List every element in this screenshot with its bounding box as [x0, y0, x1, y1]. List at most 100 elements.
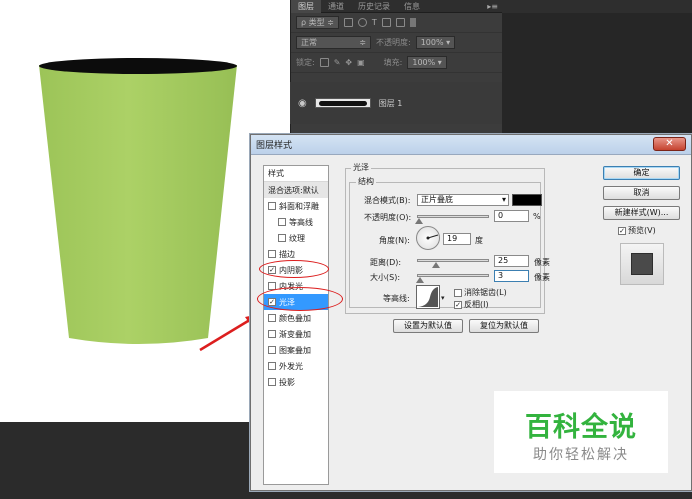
close-button[interactable]: ✕ [653, 137, 686, 151]
style-item-outer-glow[interactable]: 外发光 [264, 358, 328, 374]
tab-info[interactable]: 信息 [397, 0, 427, 13]
blend-mode-label: 混合模式(B): [364, 196, 411, 205]
style-item-contour[interactable]: 等高线 [264, 214, 328, 230]
style-item-drop-shadow[interactable]: 投影 [264, 374, 328, 390]
lock-label: 锁定: [296, 58, 315, 67]
cup-artwork [39, 58, 237, 344]
antialias-checkbox[interactable] [454, 288, 462, 297]
distance-label: 距离(D): [370, 258, 402, 267]
opacity-field[interactable]: 100% ▾ [415, 36, 456, 49]
tab-layers[interactable]: 图层 [291, 0, 321, 13]
type-filter-icon[interactable]: T [372, 18, 377, 27]
gradient-overlay-checkbox[interactable] [268, 330, 276, 338]
opacity-field[interactable]: 0 [494, 210, 529, 222]
texture-checkbox[interactable] [278, 234, 286, 242]
dropdown-arrow-icon: ▾ [501, 195, 506, 204]
highlight-inner-shadow [259, 260, 329, 278]
watermark-title: 百科全说 [525, 412, 637, 443]
stroke-checkbox[interactable] [268, 250, 276, 258]
shape-filter-icon[interactable] [381, 18, 391, 27]
contour-preview[interactable] [416, 285, 440, 309]
search-icon: ρ [301, 18, 309, 27]
outer-glow-checkbox[interactable] [268, 362, 276, 370]
style-item-label: 斜面和浮雕 [279, 201, 319, 211]
panel-menu-icon[interactable]: ▸≡ [487, 2, 502, 11]
lock-move-icon[interactable]: ✥ [345, 58, 352, 67]
angle-field[interactable]: 19 [443, 233, 471, 245]
filter-kind-select[interactable]: ρ 类型 ≑ [296, 16, 339, 29]
opacity-slider[interactable] [415, 215, 489, 224]
distance-field[interactable]: 25 [494, 255, 529, 267]
style-item-label: 描边 [279, 249, 295, 259]
style-item-label: 投影 [279, 377, 295, 387]
layer-name[interactable]: 图层 1 [379, 98, 403, 109]
highlight-satin [257, 287, 343, 311]
blend-mode-select[interactable]: 正片叠底 ▾ [417, 194, 509, 206]
size-slider[interactable] [416, 274, 489, 283]
style-item-label: 图案叠加 [279, 345, 311, 355]
dialog-titlebar[interactable]: 图层样式 [251, 135, 691, 155]
style-item-color-overlay[interactable]: 颜色叠加 [264, 310, 328, 326]
style-item-bevel[interactable]: 斜面和浮雕 [264, 198, 328, 214]
size-slider-knob[interactable] [416, 277, 424, 283]
lock-all-icon[interactable]: ▣ [357, 58, 365, 67]
invert-label: 反相(I) [464, 300, 489, 309]
style-preview-box [620, 243, 664, 285]
lock-transparency-icon[interactable] [319, 58, 329, 67]
ok-button[interactable]: 确定 [603, 166, 680, 180]
filter-kind-label: 类型 [308, 18, 325, 27]
invert-option[interactable]: ✓ 反相(I) [454, 299, 489, 310]
lock-brush-icon[interactable]: ✎ [334, 58, 341, 67]
invert-checkbox[interactable]: ✓ [454, 300, 462, 309]
preview-label: 预览(V) [628, 226, 656, 235]
tab-channels[interactable]: 通道 [321, 0, 351, 13]
blend-mode-select[interactable]: 正常 ≑ [296, 36, 371, 49]
preview-option[interactable]: ✓ 预览(V) [618, 225, 656, 236]
angle-needle-icon [426, 234, 439, 240]
cancel-button[interactable]: 取消 [603, 186, 680, 200]
tab-history[interactable]: 历史记录 [351, 0, 397, 13]
drop-shadow-checkbox[interactable] [268, 378, 276, 386]
angle-unit: 度 [475, 236, 483, 245]
new-style-button[interactable]: 新建样式(W)... [603, 206, 680, 220]
smart-object-filter-icon[interactable] [395, 18, 405, 27]
distance-slider-knob[interactable] [432, 262, 440, 268]
style-preview-swatch [631, 253, 653, 275]
lock-fill-row: 锁定: ✎ ✥ ▣ 填充: 100% ▾ [291, 53, 502, 73]
opacity-label: 不透明度: [376, 38, 411, 47]
antialias-option[interactable]: 消除锯齿(L) [454, 287, 507, 298]
style-item-label: 等高线 [289, 217, 313, 227]
opacity-slider-knob[interactable] [415, 218, 423, 224]
distance-slider[interactable] [417, 259, 489, 268]
reset-default-button[interactable]: 复位为默认值 [469, 319, 539, 333]
adjustment-filter-icon[interactable] [357, 18, 367, 27]
contour-dropdown-icon[interactable]: ▾ [441, 294, 445, 302]
cup-rim [39, 58, 237, 74]
size-field[interactable]: 3 [494, 270, 529, 282]
panel-tabs: 图层 通道 历史记录 信息 ▸≡ [291, 0, 502, 13]
contour-checkbox[interactable] [278, 218, 286, 226]
blend-mode-value: 正片叠底 [421, 195, 453, 204]
style-item-pattern-overlay[interactable]: 图案叠加 [264, 342, 328, 358]
blend-color-swatch[interactable] [512, 194, 542, 206]
pattern-overlay-checkbox[interactable] [268, 346, 276, 354]
bevel-checkbox[interactable] [268, 202, 276, 210]
size-unit: 像素 [534, 273, 550, 282]
filter-toggle-icon[interactable] [409, 18, 416, 27]
make-default-button[interactable]: 设置为默认值 [393, 319, 463, 333]
document-canvas[interactable] [0, 0, 290, 422]
style-item-gradient-overlay[interactable]: 渐变叠加 [264, 326, 328, 342]
visibility-eye-icon[interactable]: ◉ [298, 98, 307, 109]
fill-field[interactable]: 100% ▾ [407, 56, 447, 69]
pixel-filter-icon[interactable] [343, 18, 353, 27]
style-item-label: 渐变叠加 [279, 329, 311, 339]
style-item-texture[interactable]: 纹理 [264, 230, 328, 246]
layer-row[interactable]: ◉ 图层 1 [290, 82, 502, 124]
angle-label: 角度(N): [379, 236, 410, 245]
blend-options-item[interactable]: 混合选项:默认 [264, 182, 328, 198]
cup-body [39, 65, 237, 344]
preview-checkbox[interactable]: ✓ [618, 226, 626, 235]
layer-thumbnail [314, 98, 371, 108]
angle-dial[interactable] [416, 226, 440, 250]
color-overlay-checkbox[interactable] [268, 314, 276, 322]
